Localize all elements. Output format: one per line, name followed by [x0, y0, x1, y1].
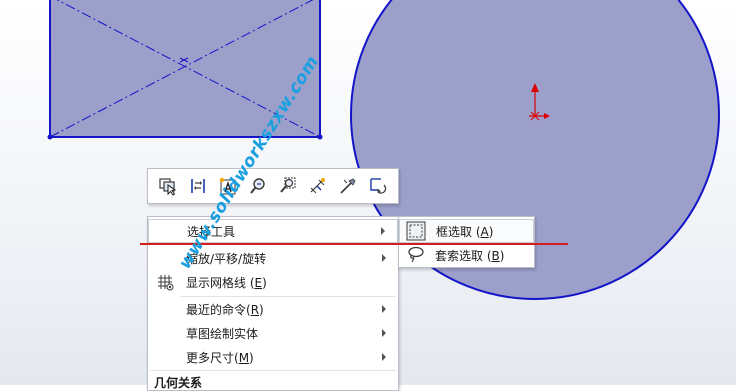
submenu-arrow-icon: [382, 305, 386, 313]
sketch-tool-button[interactable]: [336, 174, 360, 198]
submenu-arrow-icon: [382, 353, 386, 361]
smart-dimension-button[interactable]: [306, 174, 330, 198]
undo-sketch-icon: [370, 178, 387, 194]
submenu-item-box-select[interactable]: 框选取 (A): [399, 219, 534, 243]
exit-sketch-button[interactable]: [366, 174, 390, 198]
select-other-icon: [159, 178, 177, 196]
grid-icon: [158, 275, 174, 291]
lasso-icon: [408, 246, 424, 263]
submenu-arrow-icon: [381, 227, 385, 235]
select-tools-submenu: 框选取 (A) 套索选取 (B): [398, 216, 535, 268]
submenu-item-label: 框选取 (A): [436, 224, 494, 239]
context-toolbar: [147, 168, 399, 204]
smart-dimension-icon: [310, 178, 325, 194]
zoom-to-selection-icon: [250, 178, 265, 194]
submenu-item-label: 套索选取 (B): [435, 248, 505, 263]
menu-section-header: 几何关系: [154, 376, 203, 390]
zoom-to-area-button[interactable]: [276, 174, 300, 198]
menu-divider: [150, 370, 396, 371]
menu-item-select-tools[interactable]: 选择工具: [148, 219, 398, 243]
menu-item-more-dimensions[interactable]: 更多尺寸(M): [148, 345, 398, 369]
box-select-icon: [406, 221, 426, 241]
submenu-item-lasso-select[interactable]: 套索选取 (B): [399, 243, 534, 267]
menu-item-label: 更多尺寸(M): [186, 350, 254, 365]
menu-item-label: 最近的命令(R): [186, 302, 264, 317]
rectangle-corner-point-left[interactable]: [47, 134, 53, 140]
display-delete-relations-button[interactable]: [186, 174, 210, 198]
sketch-tool-icon: [340, 178, 356, 194]
menu-item-recent-commands[interactable]: 最近的命令(R): [148, 297, 398, 321]
select-other-button[interactable]: [156, 174, 180, 198]
zoom-to-area-icon: [280, 177, 296, 193]
submenu-arrow-icon: [382, 329, 386, 337]
menu-item-label: 显示网格线 (E): [186, 275, 267, 290]
menu-item-display-grid[interactable]: 显示网格线 (E): [148, 270, 398, 294]
display-delete-relations-icon: [191, 179, 205, 193]
rectangle-corner-point-right[interactable]: [317, 134, 323, 140]
menu-item-label: 草图绘制实体: [186, 326, 259, 341]
submenu-arrow-icon: [382, 254, 386, 262]
menu-item-sketch-entities[interactable]: 草图绘制实体: [148, 321, 398, 345]
